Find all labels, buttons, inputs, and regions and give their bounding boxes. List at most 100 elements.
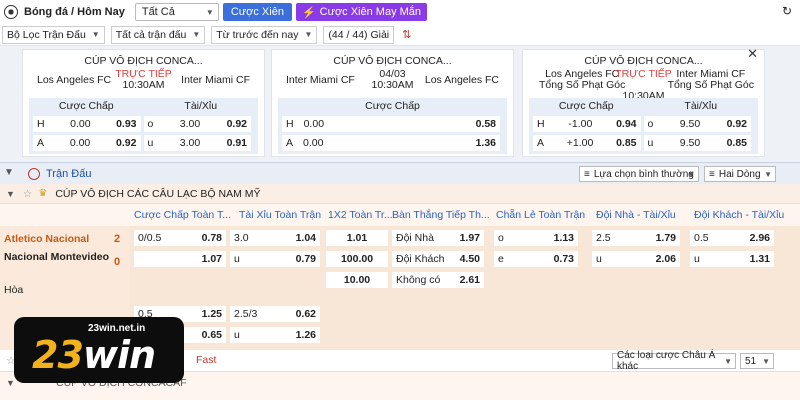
column-headers: Cược Chấp Toàn T... Tài Xỉu Toàn Trận 1X… bbox=[0, 204, 800, 226]
odds-cell[interactable]: u 1.31 bbox=[690, 251, 774, 267]
football-icon bbox=[4, 5, 18, 19]
top-bar: Bóng đá / Hôm Nay Tất Cả ▼ Cược Xiên ⚡ C… bbox=[0, 0, 800, 24]
odds-cell[interactable]: A +1.00 0.85 bbox=[533, 135, 641, 151]
odds-side: Đội Nhà bbox=[396, 232, 434, 244]
sort-select-label: Lựa chọn bình thường bbox=[593, 168, 694, 180]
odds-side: o bbox=[498, 232, 504, 244]
odds-cell[interactable]: u 0.79 bbox=[230, 251, 320, 267]
odds-value: 0.94 bbox=[616, 118, 637, 130]
odds-line: 2.5 bbox=[596, 232, 611, 244]
featured-card[interactable]: CÚP VÔ ĐỊCH CONCA... Los Angeles FC TRỰC… bbox=[22, 49, 265, 157]
league-count-select[interactable]: (44 / 44) Giải bbox=[323, 25, 395, 44]
fast-link[interactable]: Fast bbox=[196, 354, 216, 366]
odds-cell[interactable]: A 0.00 1.36 bbox=[282, 135, 500, 151]
close-icon[interactable]: ✕ bbox=[747, 46, 758, 62]
lucky-icon: ⚡ bbox=[301, 6, 316, 19]
odds-cell[interactable]: o 3.00 0.92 bbox=[143, 116, 251, 132]
odds-cell[interactable]: H -1.00 0.94 bbox=[533, 116, 641, 132]
odds-cell[interactable]: 0/0.5 0.78 bbox=[134, 230, 226, 246]
other-bets-label: Các loại cược Châu Á khác bbox=[617, 350, 716, 372]
odds-cell[interactable]: 100.00 bbox=[326, 251, 388, 267]
odds-side: u bbox=[694, 253, 700, 265]
odds-cell[interactable]: u 3.00 0.91 bbox=[143, 135, 251, 151]
col-away-ou: Đội Khách - Tài/Xỉu bbox=[694, 209, 785, 221]
odds-value: 1.07 bbox=[201, 253, 222, 265]
odds-cell[interactable]: o 1.13 bbox=[494, 230, 578, 246]
odds-side: e bbox=[498, 253, 504, 265]
odds-cell[interactable]: H 0.00 0.93 bbox=[33, 116, 141, 132]
other-bets-select[interactable]: Các loại cược Châu Á khác ▼ bbox=[612, 350, 736, 372]
odds-value: 10.00 bbox=[343, 274, 371, 286]
odds-line: 9.50 bbox=[679, 118, 701, 130]
odds-side: o bbox=[147, 118, 154, 130]
odds-cell[interactable]: Không có 2.61 bbox=[392, 272, 484, 288]
odds-cell[interactable]: o 9.50 0.92 bbox=[643, 116, 751, 132]
featured-card[interactable]: CÚP VÔ ĐỊCH CONCA... Inter Miami CF 04/0… bbox=[271, 49, 514, 157]
chevron-down-icon: ▼ bbox=[764, 169, 772, 179]
odds-side: o bbox=[647, 118, 654, 130]
odds-cell[interactable]: u 9.50 0.85 bbox=[643, 135, 751, 151]
odds-value: 0.92 bbox=[116, 137, 137, 149]
collapse-icon[interactable]: ▼ bbox=[4, 167, 14, 178]
handicap-header: Cược Chấp bbox=[558, 100, 614, 112]
odds-value: 1.26 bbox=[295, 329, 316, 341]
cuoc-xien-button[interactable]: Cược Xiên bbox=[222, 3, 292, 21]
odds-cell[interactable]: 3.0 1.04 bbox=[230, 230, 320, 246]
odds-value: 100.00 bbox=[340, 253, 374, 265]
odds-cell[interactable]: 2.5 1.79 bbox=[592, 230, 680, 246]
odds-cell[interactable]: u 1.26 bbox=[230, 327, 320, 343]
count-select[interactable]: 51 ▼ bbox=[740, 353, 774, 369]
chevron-down-icon: ▼ bbox=[762, 356, 770, 366]
odds-value: 0.85 bbox=[616, 137, 637, 149]
odds-box: Cược Chấp H 0.00 0.58 A 0.00 1.36 bbox=[278, 98, 507, 154]
odds-cell[interactable]: e 0.73 bbox=[494, 251, 578, 267]
odds-cell[interactable]: 0.5 2.96 bbox=[690, 230, 774, 246]
match-filter-select[interactable]: Bộ Lọc Trận Đấu ▼ bbox=[2, 25, 105, 44]
odds-cell[interactable]: Đội Nhà 1.97 bbox=[392, 230, 484, 246]
line-mode-select[interactable]: ≡ Hai Dòng ▼ bbox=[704, 166, 776, 182]
time-range-select[interactable]: Từ trước đến nay ▼ bbox=[211, 25, 318, 44]
away-score: 0 bbox=[114, 256, 121, 268]
home-score: 2 bbox=[114, 233, 121, 245]
league-bar[interactable]: ▼ ☆ ♛ CÚP VÔ ĐỊCH CÁC CÂU LẠC BỘ NAM MỸ bbox=[0, 184, 800, 204]
odds-side: u bbox=[234, 329, 240, 341]
odds-cell[interactable]: A 0.00 0.92 bbox=[33, 135, 141, 151]
sport-filter-select[interactable]: Tất Cả ▼ bbox=[134, 3, 219, 21]
cuoc-xien-may-man-label: Cược Xiên May Mắn bbox=[319, 6, 422, 18]
odds-value: 4.50 bbox=[459, 253, 480, 265]
cuoc-xien-may-man-button[interactable]: ⚡ Cược Xiên May Mắn bbox=[295, 3, 428, 21]
collapse-icon[interactable]: ▼ bbox=[6, 189, 15, 199]
odds-cell[interactable]: 1.07 bbox=[134, 251, 226, 267]
featured-card[interactable]: ✕ CÚP VÔ ĐỊCH CONCA... Los Angeles FC Tổ… bbox=[522, 46, 765, 157]
odds-line: 0.00 bbox=[303, 137, 324, 149]
odds-cell[interactable]: 10.00 bbox=[326, 272, 388, 288]
odds-line: 3.00 bbox=[179, 137, 201, 149]
chevron-down-icon: ▼ bbox=[687, 169, 695, 179]
star-icon[interactable]: ☆ bbox=[23, 188, 32, 200]
card-teams: Los Angeles FC TRỰC TIẾP 10:30AM Inter M… bbox=[23, 67, 264, 99]
refresh-icon[interactable]: ↻ bbox=[782, 4, 792, 18]
sort-icon[interactable]: ⇅ bbox=[402, 28, 411, 41]
time-range-label: Từ trước đến nay bbox=[216, 28, 299, 41]
sort-select[interactable]: ≡ Lựa chọn bình thường ▼ bbox=[579, 166, 699, 182]
chevron-down-icon: ▼ bbox=[91, 30, 100, 39]
odds-cell[interactable]: u 2.06 bbox=[592, 251, 680, 267]
odds-side: u bbox=[596, 253, 602, 265]
odds-value: 0.93 bbox=[116, 118, 137, 130]
odds-value: 1.36 bbox=[475, 137, 496, 149]
odds-cell[interactable]: 1.01 bbox=[326, 230, 388, 246]
odds-line: 2.5/3 bbox=[234, 308, 258, 320]
odds-cell[interactable]: Đội Khách 4.50 bbox=[392, 251, 484, 267]
odds-cell[interactable]: 2.5/3 0.62 bbox=[230, 306, 320, 322]
all-matches-select[interactable]: Tất cả trận đấu ▼ bbox=[110, 25, 206, 44]
odds-value: 0.65 bbox=[201, 329, 222, 341]
list-icon: ≡ bbox=[584, 168, 590, 180]
trophy-icon: ♛ bbox=[38, 188, 48, 199]
section-title: Trận Đấu bbox=[46, 167, 92, 180]
odds-side: u bbox=[234, 253, 240, 265]
odds-cell[interactable]: H 0.00 0.58 bbox=[282, 116, 500, 132]
chevron-down-icon: ▼ bbox=[205, 7, 214, 17]
odds-side: H bbox=[286, 118, 294, 130]
away-corners: Tổng Số Phạt Góc bbox=[667, 79, 754, 91]
collapse-icon[interactable]: ▼ bbox=[6, 378, 15, 388]
